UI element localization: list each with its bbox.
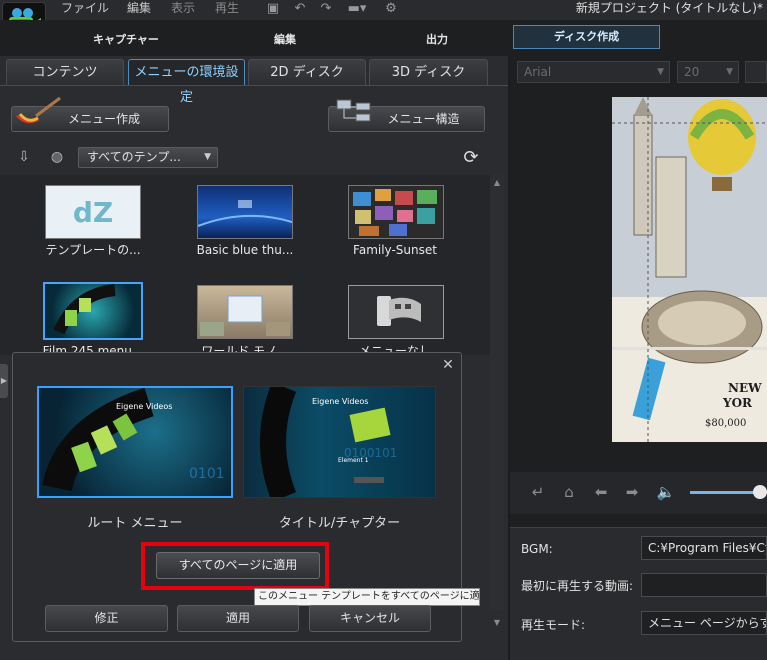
mode-capture[interactable]: キャプチャー xyxy=(80,30,172,50)
layout-icon[interactable]: ▬▾ xyxy=(344,1,370,17)
apply-all-tooltip: このメニュー テンプレートをすべてのページに適用 xyxy=(254,588,480,606)
cancel-button[interactable]: キャンセル xyxy=(309,605,431,632)
first-play-field[interactable] xyxy=(641,573,767,597)
back-to-menu-icon[interactable]: ↵ xyxy=(528,482,548,502)
home-icon[interactable]: ⌂ xyxy=(559,482,579,502)
bgm-label: BGM: xyxy=(521,542,553,556)
play-mode-field[interactable]: メニュー ページからす xyxy=(641,611,767,635)
gear-icon[interactable]: ⚙ xyxy=(383,1,399,17)
tab-divider xyxy=(0,85,508,86)
refresh-icon[interactable]: ⟳ xyxy=(460,148,482,168)
preview-text-new: NEW xyxy=(728,381,762,395)
tab-contents[interactable]: コンテンツ xyxy=(6,59,124,86)
title-preview-caption: Eigene Videos xyxy=(312,397,369,406)
download-template-icon[interactable]: ◍ xyxy=(46,147,68,167)
template-thumb[interactable] xyxy=(348,285,444,339)
modify-button[interactable]: 修正 xyxy=(45,605,168,632)
apply-all-pages-button[interactable]: すべてのページに適用 xyxy=(156,552,320,579)
import-template-icon[interactable]: ⇩ xyxy=(13,147,35,167)
font-extra-select[interactable] xyxy=(745,61,767,83)
volume-knob[interactable] xyxy=(753,485,767,499)
window-title: 新規プロジェクト (タイトルなし)* xyxy=(575,1,763,15)
close-icon[interactable]: ✕ xyxy=(440,357,456,373)
font-size-value: 20 xyxy=(684,65,700,79)
preview-text-york: YOR xyxy=(723,396,752,410)
menu-edit[interactable]: 編集 xyxy=(127,0,151,18)
preview-text-price: $80,000 xyxy=(705,418,747,429)
save-icon[interactable]: ▣ xyxy=(265,1,281,17)
chevron-down-icon: ▼ xyxy=(657,67,664,77)
title-preview-element: Element 1 xyxy=(338,457,369,464)
undo-icon[interactable]: ↶ xyxy=(292,1,308,17)
scroll-down-icon[interactable]: ▼ xyxy=(490,617,504,629)
first-play-label: 最初に再生する動画: xyxy=(521,579,634,593)
mode-edit[interactable]: 編集 xyxy=(260,30,310,50)
title-chapter-label: タイトル/チャプター xyxy=(278,516,401,531)
structure-icon xyxy=(336,99,372,125)
arrow-right-icon[interactable]: ➡ xyxy=(622,482,642,502)
root-menu-label: ルート メニュー xyxy=(87,516,183,531)
chevron-down-icon: ▼ xyxy=(726,67,733,77)
menu-view[interactable]: 表示 xyxy=(171,0,195,18)
svg-text:dZ: dZ xyxy=(73,196,113,229)
volume-icon[interactable]: 🔈 xyxy=(656,482,676,502)
play-mode-label: 再生モード: xyxy=(521,618,586,632)
font-name-value: Arial xyxy=(524,65,552,79)
chevron-down-icon: ▼ xyxy=(204,152,211,162)
svg-text:0101: 0101 xyxy=(189,466,225,482)
template-thumb-selected[interactable] xyxy=(43,282,143,340)
arrow-left-icon[interactable]: ⬅ xyxy=(591,482,611,502)
template-scrollbar[interactable] xyxy=(490,175,504,610)
menu-structure-label: メニュー構造 xyxy=(387,112,460,126)
apply-button[interactable]: 適用 xyxy=(177,605,299,632)
scroll-up-icon[interactable]: ▲ xyxy=(490,177,504,189)
template-label: Family-Sunset xyxy=(353,243,437,257)
mode-output[interactable]: 出力 xyxy=(412,30,462,50)
menu-play[interactable]: 再生 xyxy=(215,0,239,18)
template-label: Basic blue thu... xyxy=(196,243,294,257)
root-preview-caption: Eigene Videos xyxy=(116,402,173,411)
tab-3d-disc[interactable]: 3D ディスク xyxy=(369,59,488,86)
tab-menu-settings[interactable]: メニューの環境設定 xyxy=(128,59,245,105)
font-size-select[interactable]: 20 ▼ xyxy=(677,61,739,83)
template-filter-value: すべてのテンプ... xyxy=(87,150,181,164)
mode-disc[interactable]: ディスク作成 xyxy=(513,25,660,49)
template-thumb[interactable] xyxy=(197,285,293,339)
template-thumb[interactable] xyxy=(348,185,444,239)
menu-file[interactable]: ファイル xyxy=(61,0,109,18)
bgm-field[interactable]: C:¥Program Files¥Cy xyxy=(641,536,767,560)
panel-collapse-handle[interactable]: ▶ xyxy=(0,364,8,398)
template-thumb[interactable]: dZ xyxy=(45,185,141,239)
paint-brush-icon xyxy=(14,96,62,128)
template-filter-dropdown[interactable]: すべてのテンプ... ▼ xyxy=(78,147,218,168)
font-name-select[interactable]: Arial ▼ xyxy=(517,61,670,83)
template-label: テンプレートの... xyxy=(45,243,141,257)
template-thumb[interactable] xyxy=(197,185,293,239)
create-menu-label: メニュー作成 xyxy=(67,112,140,126)
redo-icon[interactable]: ↷ xyxy=(318,1,334,17)
tab-2d-disc[interactable]: 2D ディスク xyxy=(248,59,366,86)
